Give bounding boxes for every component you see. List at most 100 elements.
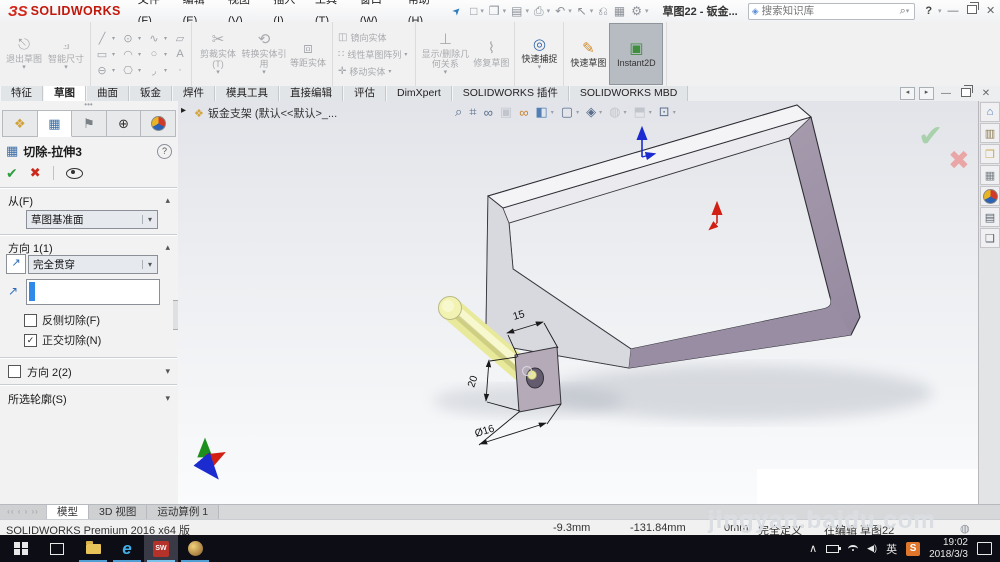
ellipse-tool-icon[interactable]: ○	[146, 48, 162, 60]
convert-entities-button[interactable]: ⟲ 转换实体引用 ▾	[241, 24, 287, 84]
rebuild-icon[interactable]: ▦	[611, 4, 628, 18]
fillet-tool-icon[interactable]: ◞	[146, 64, 162, 77]
options-gear-icon[interactable]: ⚙	[628, 4, 645, 18]
circle-tool-icon[interactable]: ⊙	[120, 32, 136, 45]
search-dropdown-arrow-icon[interactable]: ▾	[906, 7, 910, 15]
selected-contours-section-header[interactable]: 所选轮廓(S) ▾	[8, 391, 170, 406]
tab-sw-mbd[interactable]: SOLIDWORKS MBD	[568, 86, 689, 101]
direction-input[interactable]	[37, 281, 159, 303]
dropdown-arrow-icon[interactable]: ▾	[112, 51, 118, 58]
confirm-ok-icon[interactable]: ✔	[918, 119, 943, 154]
dimxpertmanager-tab[interactable]: ⊕	[106, 110, 142, 137]
dropdown-arrow-icon[interactable]: ▾	[138, 51, 144, 58]
spline-tool-icon[interactable]: ∿	[146, 32, 162, 45]
pin-menu-icon[interactable]: ➤	[450, 4, 464, 18]
offset-entities-button[interactable]: ⧈ 等距实体	[287, 24, 329, 84]
linear-pattern-button[interactable]: ∷ 线性草图阵列 ▾	[338, 48, 410, 61]
text-tool-icon[interactable]: A	[172, 48, 188, 60]
from-section-header[interactable]: 从(F) ▴	[8, 193, 170, 208]
reverse-direction-button[interactable]: ↗	[6, 254, 26, 274]
instant2d-button[interactable]: ▣ Instant2D	[609, 23, 664, 85]
help-button[interactable]: ?	[925, 5, 932, 17]
custom-properties-icon[interactable]: ▤	[980, 207, 1000, 227]
close-button[interactable]: ✕	[981, 1, 1000, 22]
tab-evaluate[interactable]: 评估	[343, 86, 386, 101]
normal-cut-checkbox-row[interactable]: ✓ 正交切除(N)	[24, 333, 101, 347]
undo-icon[interactable]: ↶	[552, 4, 568, 18]
move-entities-button[interactable]: ✛ 移动实体 ▾	[338, 65, 410, 78]
arc-tool-icon[interactable]: ◠	[120, 48, 136, 61]
tab-direct-edit[interactable]: 直接编辑	[279, 86, 343, 101]
game-taskbar-button[interactable]	[178, 535, 212, 562]
forum-icon[interactable]: ❑	[980, 228, 1000, 248]
edge-taskbar-button[interactable]: e	[110, 535, 144, 562]
tab-sheet-metal[interactable]: 钣金	[129, 86, 172, 101]
ime-indicator[interactable]: 英	[886, 541, 897, 557]
units-icon[interactable]: ◍	[960, 522, 970, 535]
flip-side-checkbox-row[interactable]: 反侧切除(F)	[24, 313, 100, 327]
sogou-icon[interactable]: S	[906, 541, 921, 556]
doc-minimize-button[interactable]: —	[938, 88, 954, 99]
propertymanager-tab[interactable]: ▦	[37, 110, 73, 137]
end-condition-combobox[interactable]: 完全贯穿 ▾	[28, 255, 158, 274]
home-icon[interactable]: ⌂	[980, 102, 1000, 122]
from-plane-combobox[interactable]: 草图基准面 ▾	[26, 210, 158, 229]
featuremanager-tab[interactable]: ❖	[2, 110, 38, 137]
solidworks-taskbar-button[interactable]: SW	[144, 535, 178, 562]
model-tab[interactable]: 模型	[47, 505, 89, 520]
displaymanager-tab[interactable]	[141, 110, 176, 137]
dropdown-arrow-icon[interactable]: ▾	[164, 51, 170, 58]
design-library-icon[interactable]: ▥	[980, 123, 1000, 143]
3d-views-tab[interactable]: 3D 视图	[89, 505, 148, 520]
tab-scroll-buttons[interactable]: ‹‹ ‹ › ››	[0, 505, 47, 520]
dropdown-arrow-icon[interactable]: ▾	[525, 7, 529, 15]
ok-button[interactable]: ✔	[6, 165, 18, 182]
dropdown-arrow-icon[interactable]: ▾	[112, 35, 118, 42]
flip-side-checkbox[interactable]	[24, 313, 37, 327]
view-palette-icon[interactable]: ▦	[980, 165, 1000, 185]
line-tool-icon[interactable]: ╱	[94, 32, 110, 45]
confirm-cancel-icon[interactable]: ✖	[948, 145, 970, 176]
save-icon[interactable]: ▤	[508, 4, 525, 18]
direction-selection-box[interactable]	[26, 279, 160, 305]
tab-sw-addins[interactable]: SOLIDWORKS 插件	[451, 86, 569, 101]
start-button[interactable]	[4, 535, 38, 562]
preview-eye-icon[interactable]	[65, 167, 83, 179]
tab-scroll-left-icon[interactable]: ◂	[900, 87, 915, 100]
dropdown-arrow-icon[interactable]: ▾	[164, 35, 170, 42]
graphics-viewport[interactable]: ▸ ❖ 钣金支架 (默认<<默认>_... ⌕ ⌗ ∞ ▣ ∞ ◧ ▾ ▢ ▾ ◈ ▾…	[178, 101, 978, 504]
appearances-icon[interactable]	[980, 186, 1000, 206]
dropdown-arrow-icon[interactable]: ▾	[568, 7, 572, 15]
tab-scroll-right-icon[interactable]: ▸	[919, 87, 934, 100]
motion-study-tab[interactable]: 运动算例 1	[147, 505, 220, 520]
tab-mold-tools[interactable]: 模具工具	[215, 86, 279, 101]
dropdown-arrow-icon[interactable]: ▾	[138, 35, 144, 42]
configurationmanager-tab[interactable]: ⚑	[72, 110, 107, 137]
tab-dimxpert[interactable]: DimXpert	[386, 86, 452, 101]
dropdown-arrow-icon[interactable]: ▾	[480, 7, 484, 15]
exit-sketch-button[interactable]: ⎋ 退出草图 ▾	[3, 24, 45, 84]
repair-sketch-button[interactable]: ⌇ 修复草图	[471, 24, 511, 84]
direction2-section-header[interactable]: 方向 2(2) ▾	[8, 364, 170, 379]
trim-entities-button[interactable]: ✂ 剪裁实体(T) ▾	[195, 24, 241, 84]
plane-tool-icon[interactable]: ▱	[172, 32, 188, 45]
display-delete-relations-button[interactable]: ⊥ 显示/删除几何关系 ▾	[419, 24, 471, 84]
attach-icon[interactable]: ⎌	[595, 4, 611, 19]
print-icon[interactable]: ⎙	[531, 4, 547, 19]
tab-surfaces[interactable]: 曲面	[86, 86, 129, 101]
knowledge-search-box[interactable]: ◈ ⌕ ▾	[747, 2, 916, 20]
hidden-icons-chevron[interactable]: ∧	[809, 542, 817, 555]
network-icon[interactable]	[848, 544, 859, 553]
direction2-checkbox[interactable]	[8, 365, 21, 378]
cancel-button[interactable]: ✖	[30, 165, 41, 181]
volume-icon[interactable]: ◀)	[867, 543, 877, 554]
open-icon[interactable]: ❒	[486, 4, 503, 18]
dropdown-arrow-icon[interactable]: ▾	[164, 67, 170, 74]
dropdown-arrow-icon[interactable]: ▾	[503, 7, 507, 15]
task-view-button[interactable]	[40, 535, 74, 562]
new-document-icon[interactable]: □	[467, 4, 480, 18]
restore-button[interactable]	[962, 1, 981, 22]
clock[interactable]: 19:02 2018/3/3	[929, 537, 968, 561]
smart-dimension-button[interactable]: ⟓ 智能尺寸 ▾	[45, 24, 87, 84]
dropdown-arrow-icon[interactable]: ▾	[645, 7, 649, 15]
